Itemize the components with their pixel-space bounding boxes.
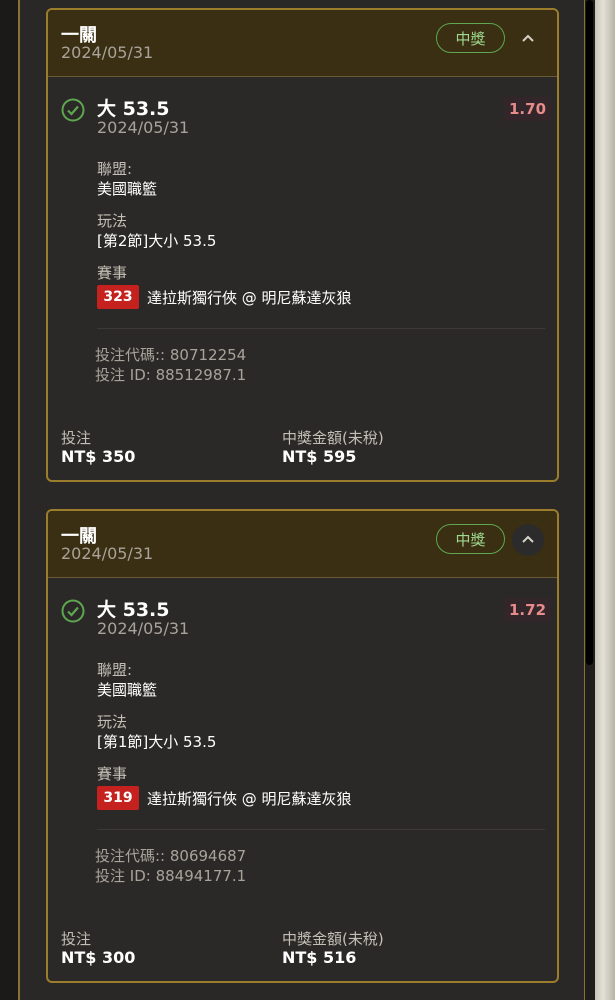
selection-name: 大 53.5 bbox=[97, 98, 170, 120]
status-badge: 中獎 bbox=[436, 524, 505, 554]
market-label: 玩法 bbox=[97, 212, 128, 230]
bet-code: 投注代碼:: 80712254 bbox=[95, 346, 247, 364]
bet-card-body: 大 53.5 2024/05/31 1.70 聯盟: 美國職籃 玩法 [第2節]… bbox=[48, 77, 557, 480]
stake-value: NT$ 350 bbox=[61, 447, 136, 466]
selection-name: 大 53.5 bbox=[97, 599, 170, 621]
bet-card: 一關 2024/05/31 中獎 大 53.5 2024/05/31 1.72 … bbox=[46, 509, 559, 983]
odds-value: 1.70 bbox=[504, 97, 552, 121]
payout-value: NT$ 516 bbox=[282, 948, 357, 967]
event-name: 達拉斯獨行俠 @ 明尼蘇達灰狼 bbox=[147, 288, 352, 307]
right-edge-strip bbox=[595, 0, 615, 1000]
bet-card-header[interactable]: 一關 2024/05/31 中獎 bbox=[48, 10, 557, 77]
bet-date: 2024/05/31 bbox=[61, 43, 154, 62]
stake-label: 投注 bbox=[61, 429, 92, 447]
bet-card-body: 大 53.5 2024/05/31 1.72 聯盟: 美國職籃 玩法 [第1節]… bbox=[48, 578, 557, 981]
event-row: 319 達拉斯獨行俠 @ 明尼蘇達灰狼 bbox=[97, 785, 352, 811]
check-circle-icon bbox=[61, 599, 85, 623]
market-value: [第2節]大小 53.5 bbox=[97, 232, 217, 250]
event-number-badge: 319 bbox=[97, 786, 139, 810]
bet-id: 投注 ID: 88512987.1 bbox=[95, 366, 247, 384]
market-label: 玩法 bbox=[97, 713, 128, 731]
chevron-up-icon bbox=[522, 535, 534, 543]
bet-id: 投注 ID: 88494177.1 bbox=[95, 867, 247, 885]
payout-label: 中獎金額(未稅) bbox=[282, 429, 384, 447]
bet-code: 投注代碼:: 80694687 bbox=[95, 847, 247, 865]
status-badge: 中獎 bbox=[436, 23, 505, 53]
divider bbox=[97, 328, 545, 329]
payout-value: NT$ 595 bbox=[282, 447, 357, 466]
divider bbox=[97, 829, 545, 830]
collapse-toggle[interactable] bbox=[512, 23, 544, 55]
event-row: 323 達拉斯獨行俠 @ 明尼蘇達灰狼 bbox=[97, 284, 352, 310]
bet-date: 2024/05/31 bbox=[61, 544, 154, 563]
check-circle-icon bbox=[61, 98, 85, 122]
event-number-badge: 323 bbox=[97, 285, 139, 309]
collapse-toggle[interactable] bbox=[512, 524, 544, 556]
market-value: [第1節]大小 53.5 bbox=[97, 733, 217, 751]
event-label: 賽事 bbox=[97, 264, 128, 282]
stake-value: NT$ 300 bbox=[61, 948, 136, 967]
league-value: 美國職籃 bbox=[97, 180, 158, 198]
selection-date: 2024/05/31 bbox=[97, 619, 190, 638]
scrollbar[interactable] bbox=[585, 0, 595, 1000]
odds-value: 1.72 bbox=[504, 598, 552, 622]
chevron-up-icon bbox=[522, 34, 534, 42]
selection-date: 2024/05/31 bbox=[97, 118, 190, 137]
league-label: 聯盟: bbox=[97, 160, 133, 178]
bet-card: 一關 2024/05/31 中獎 大 53.5 2024/05/31 1.70 … bbox=[46, 8, 559, 482]
league-label: 聯盟: bbox=[97, 661, 133, 679]
event-label: 賽事 bbox=[97, 765, 128, 783]
event-name: 達拉斯獨行俠 @ 明尼蘇達灰狼 bbox=[147, 789, 352, 808]
bet-history-screen: 一關 2024/05/31 中獎 大 53.5 2024/05/31 1.70 … bbox=[0, 0, 615, 1000]
scrollbar-thumb[interactable] bbox=[586, 0, 593, 665]
bet-card-header[interactable]: 一關 2024/05/31 中獎 bbox=[48, 511, 557, 578]
payout-label: 中獎金額(未稅) bbox=[282, 930, 384, 948]
stake-label: 投注 bbox=[61, 930, 92, 948]
league-value: 美國職籃 bbox=[97, 681, 158, 699]
